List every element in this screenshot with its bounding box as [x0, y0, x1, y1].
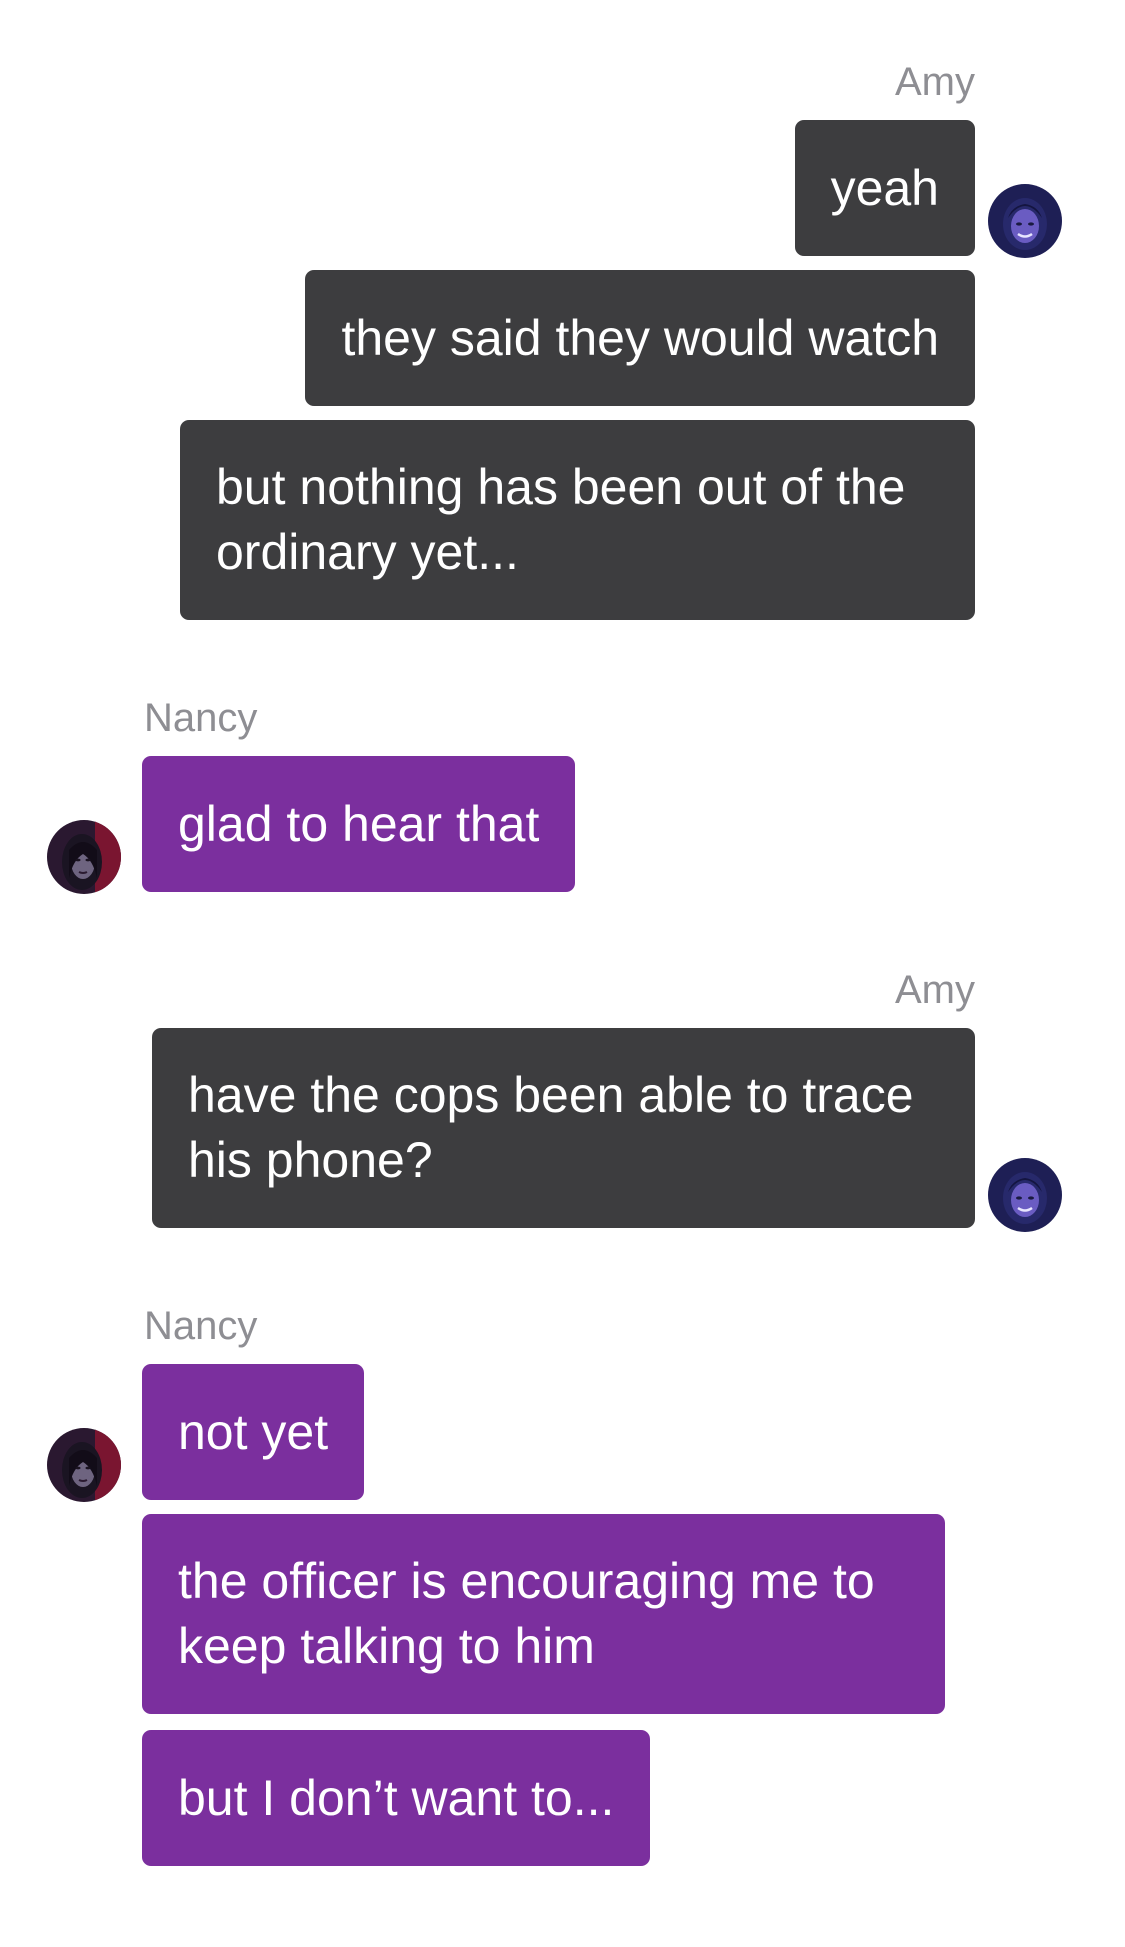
- nancy-avatar-icon[interactable]: [47, 820, 121, 894]
- message-bubble-nancy[interactable]: but I don’t want to...: [142, 1730, 651, 1866]
- message-bubble-amy[interactable]: but nothing has been out of the ordinary…: [180, 420, 975, 620]
- message-bubble-amy[interactable]: yeah: [794, 120, 975, 256]
- amy-avatar-icon[interactable]: [988, 1158, 1062, 1232]
- message-text: yeah: [830, 159, 939, 216]
- sender-name-amy: Amy: [895, 968, 975, 1012]
- message-text: the officer is encouraging me to keep ta…: [178, 1553, 875, 1674]
- message-text: have the cops been able to trace his pho…: [188, 1067, 914, 1188]
- sender-name-nancy: Nancy: [144, 696, 258, 740]
- amy-avatar-icon[interactable]: [988, 184, 1062, 258]
- message-text: but nothing has been out of the ordinary…: [216, 459, 906, 580]
- message-bubble-nancy[interactable]: not yet: [142, 1364, 365, 1500]
- message-text: not yet: [178, 1403, 329, 1460]
- sender-name-amy: Amy: [895, 60, 975, 104]
- message-bubble-amy[interactable]: have the cops been able to trace his pho…: [152, 1028, 975, 1228]
- nancy-avatar-icon[interactable]: [47, 1428, 121, 1502]
- message-bubble-nancy[interactable]: glad to hear that: [142, 756, 576, 892]
- message-text: glad to hear that: [178, 795, 540, 852]
- sender-name-nancy: Nancy: [144, 1304, 258, 1348]
- message-bubble-amy[interactable]: they said they would watch: [305, 270, 975, 406]
- message-bubble-nancy[interactable]: the officer is encouraging me to keep ta…: [142, 1514, 945, 1714]
- message-text: but I don’t want to...: [178, 1769, 615, 1826]
- message-text: they said they would watch: [341, 309, 939, 366]
